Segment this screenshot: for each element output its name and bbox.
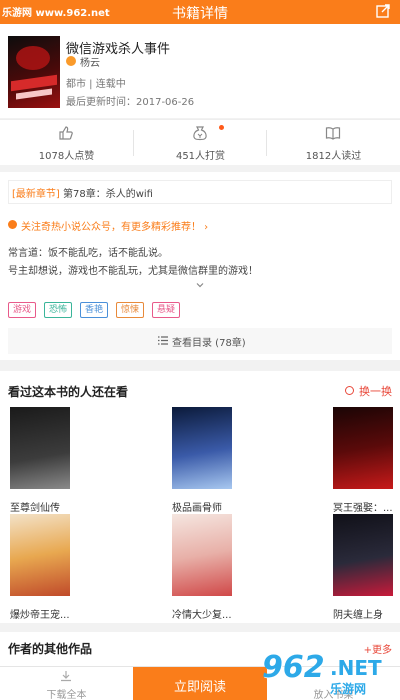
download-icon bbox=[61, 671, 71, 682]
latest-chapter-title: 第78章：杀人的wifi bbox=[63, 189, 153, 200]
top-bar: 乐游网 www.962.net 书籍详情 bbox=[0, 0, 400, 24]
more-link[interactable]: +更多 bbox=[364, 641, 392, 656]
book-name: 至尊剑仙传 bbox=[10, 503, 60, 514]
section-title: 作者的其他作品 bbox=[8, 642, 93, 656]
book-cover bbox=[10, 407, 70, 489]
stats-bar: 1078人点赞 451人打赏 1812人读过 bbox=[0, 119, 400, 165]
book-name: 冥王强娶：... bbox=[333, 503, 393, 514]
watermark-logo: 962 bbox=[262, 650, 325, 685]
page-title: 书籍详情 bbox=[172, 6, 228, 22]
toc-label: 查看目录 (78章) bbox=[172, 338, 246, 349]
download-label: 下载全本 bbox=[46, 690, 87, 700]
read-now-label: 立即阅读 bbox=[173, 680, 226, 695]
book-name: 冷情大少复... bbox=[172, 610, 232, 621]
book-info-card: 微信游戏杀人事件 杨云 都市 | 连载中 最后更新时间：2017-06-26 bbox=[0, 24, 400, 118]
tip-button[interactable]: 451人打赏 bbox=[134, 120, 267, 166]
book-cover bbox=[333, 407, 393, 489]
promo-icon bbox=[8, 220, 17, 229]
download-button[interactable]: 下载全本 bbox=[0, 667, 133, 700]
book-cover bbox=[333, 514, 393, 596]
book-detail-section: [最新章节] 第78章：杀人的wifi 关注奇热小说公众号，有更多精彩推荐！ ›… bbox=[0, 172, 400, 360]
update-time: 最后更新时间：2017-06-26 bbox=[66, 97, 195, 108]
tag-chip[interactable]: 惊悚 bbox=[116, 302, 145, 318]
read-count: 1812人读过 bbox=[305, 151, 362, 162]
watermark-logo-suffix: .NET bbox=[330, 656, 382, 680]
latest-chapter-link[interactable]: [最新章节] 第78章：杀人的wifi bbox=[8, 180, 392, 204]
tag-chip[interactable]: 香艳 bbox=[80, 302, 109, 318]
recommended-book[interactable]: 至尊剑仙传 bbox=[10, 407, 110, 523]
open-book-icon bbox=[325, 127, 341, 140]
read-now-button[interactable]: 立即阅读 bbox=[133, 667, 267, 700]
book-cover bbox=[172, 514, 232, 596]
share-icon[interactable] bbox=[376, 4, 390, 18]
book-name: 阴夫缠上身 bbox=[333, 610, 383, 621]
description-line: 号主却想说，游戏也不能乱玩，尤其是微信群里的游戏！ bbox=[8, 266, 258, 277]
promo-link[interactable]: 关注奇热小说公众号，有更多精彩推荐！ › bbox=[21, 218, 208, 233]
book-cover bbox=[8, 36, 60, 108]
refresh-button[interactable]: 换一换 bbox=[359, 383, 392, 399]
watermark-logo-subtitle: 乐游网 bbox=[330, 682, 367, 696]
book-cover bbox=[10, 514, 70, 596]
author-name[interactable]: 杨云 bbox=[80, 54, 100, 69]
recommended-book[interactable]: 极品画骨师 bbox=[172, 407, 272, 523]
latest-chapter-tag: [最新章节] bbox=[12, 189, 60, 200]
tag-chip[interactable]: 游戏 bbox=[8, 302, 37, 318]
recommended-book[interactable]: 冥王强娶：... bbox=[333, 407, 400, 523]
tag-chip[interactable]: 悬疑 bbox=[152, 302, 181, 318]
refresh-icon bbox=[345, 386, 354, 395]
recommended-book[interactable]: 爆炒帝王宠... bbox=[10, 514, 110, 630]
chevron-down-icon[interactable] bbox=[196, 281, 204, 289]
recommended-book[interactable]: 阴夫缠上身 bbox=[333, 514, 400, 630]
list-icon bbox=[158, 336, 168, 345]
tag-chip[interactable]: 恐怖 bbox=[44, 302, 73, 318]
tip-count: 451人打赏 bbox=[175, 151, 226, 162]
book-name: 爆炒帝王宠... bbox=[10, 610, 70, 621]
money-bag-icon bbox=[193, 126, 207, 141]
table-of-contents-button[interactable]: 查看目录 (78章) bbox=[8, 328, 392, 354]
section-title: 看过这本书的人还在看 bbox=[8, 385, 129, 399]
thumbs-up-icon bbox=[59, 126, 73, 140]
recommended-book[interactable]: 冷情大少复... bbox=[172, 514, 272, 630]
book-category: 都市 | 连载中 bbox=[66, 79, 126, 90]
recommendation-section: 看过这本书的人还在看 换一换 至尊剑仙传 极品画骨师 冥王强娶：... 爆炒帝王… bbox=[0, 371, 400, 623]
like-button[interactable]: 1078人点赞 bbox=[0, 120, 133, 166]
description-line: 常言道：饭不能乱吃，话不能乱说。 bbox=[8, 248, 168, 259]
book-cover bbox=[172, 407, 232, 489]
like-count: 1078人点赞 bbox=[38, 151, 95, 162]
book-name: 极品画骨师 bbox=[172, 503, 222, 514]
author-icon bbox=[66, 56, 76, 66]
notification-dot bbox=[219, 125, 224, 130]
readers-button[interactable]: 1812人读过 bbox=[267, 120, 400, 166]
